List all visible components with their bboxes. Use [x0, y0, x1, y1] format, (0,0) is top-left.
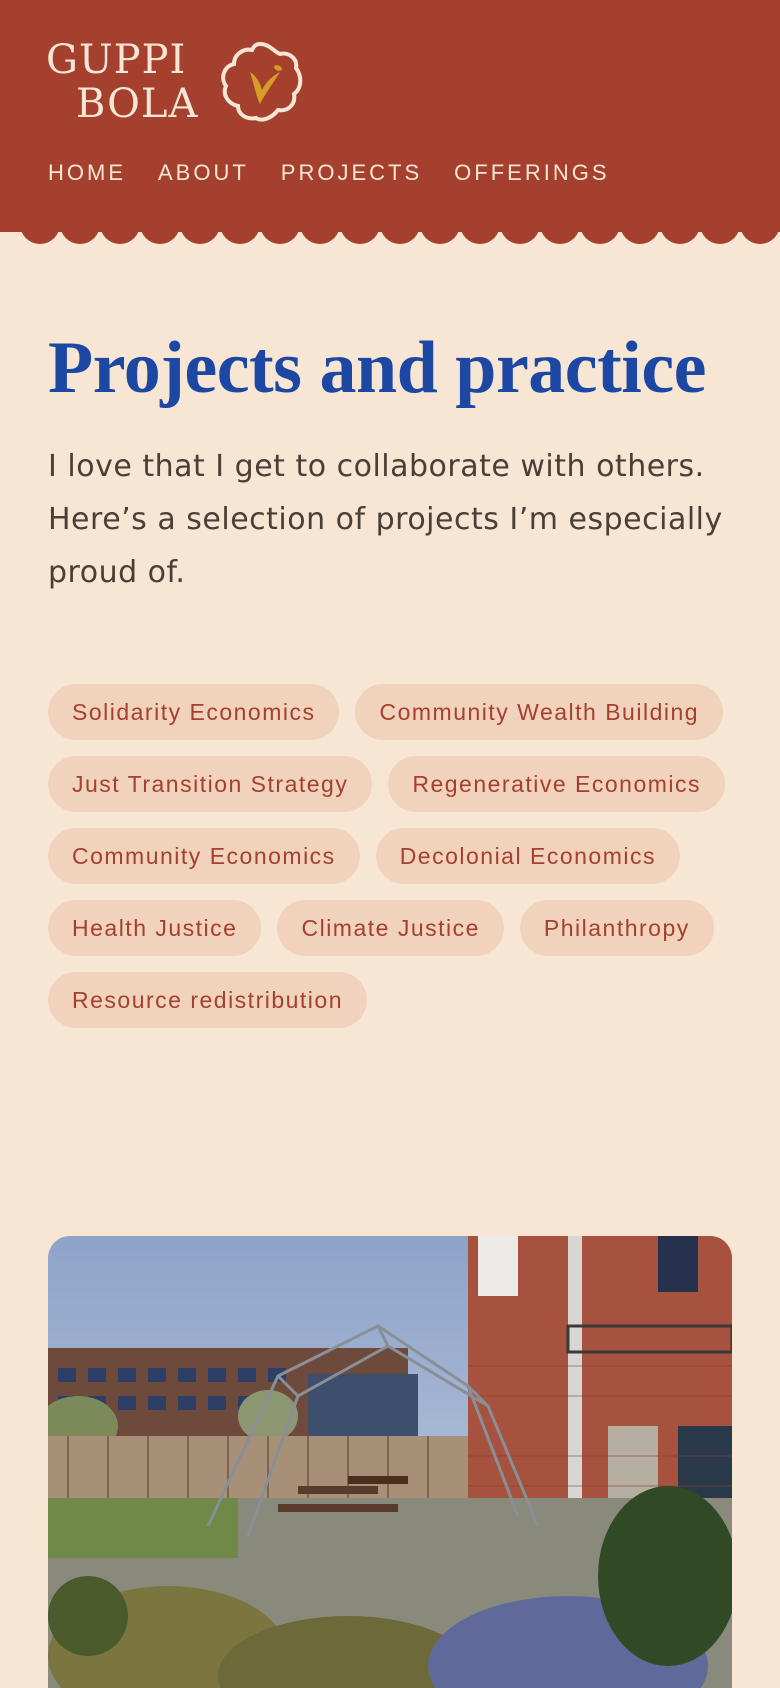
site-logo[interactable]: GUPPI BOLA [46, 38, 306, 130]
project-tag-list: Solidarity Economics Community Wealth Bu… [48, 684, 738, 1028]
site-header: GUPPI BOLA HOME ABOUT PROJECTS OFFERINGS [0, 0, 780, 232]
nav-offerings[interactable]: OFFERINGS [454, 160, 609, 186]
nav-about[interactable]: ABOUT [158, 160, 249, 186]
tag-climate-justice[interactable]: Climate Justice [277, 900, 504, 956]
logo-line-1: GUPPI [46, 37, 187, 83]
tag-just-transition-strategy[interactable]: Just Transition Strategy [48, 756, 373, 812]
project-photo-courtyard-icon [48, 1236, 732, 1688]
tag-resource-redistribution[interactable]: Resource redistribution [48, 972, 368, 1028]
tag-community-wealth-building[interactable]: Community Wealth Building [355, 684, 724, 740]
header-scallop-edge [0, 220, 780, 244]
tag-solidarity-economics[interactable]: Solidarity Economics [48, 684, 340, 740]
tag-decolonial-economics[interactable]: Decolonial Economics [375, 828, 680, 884]
main-nav: HOME ABOUT PROJECTS OFFERINGS [48, 160, 610, 186]
project-photo[interactable] [48, 1236, 732, 1688]
tag-health-justice[interactable]: Health Justice [48, 900, 262, 956]
logo-wordmark: GUPPI BOLA [46, 38, 216, 126]
tag-philanthropy[interactable]: Philanthropy [519, 900, 714, 956]
tag-regenerative-economics[interactable]: Regenerative Economics [388, 756, 726, 812]
tag-community-economics[interactable]: Community Economics [48, 828, 360, 884]
nav-projects[interactable]: PROJECTS [281, 160, 422, 186]
logo-leaf-icon [221, 41, 303, 122]
logo-line-2: BOLA [76, 81, 199, 127]
nav-home[interactable]: HOME [48, 160, 126, 186]
page: GUPPI BOLA HOME ABOUT PROJECTS OFFERINGS… [0, 0, 780, 1688]
page-title: Projects and practice [48, 327, 707, 409]
page-intro: I love that I get to collaborate with ot… [48, 449, 723, 590]
